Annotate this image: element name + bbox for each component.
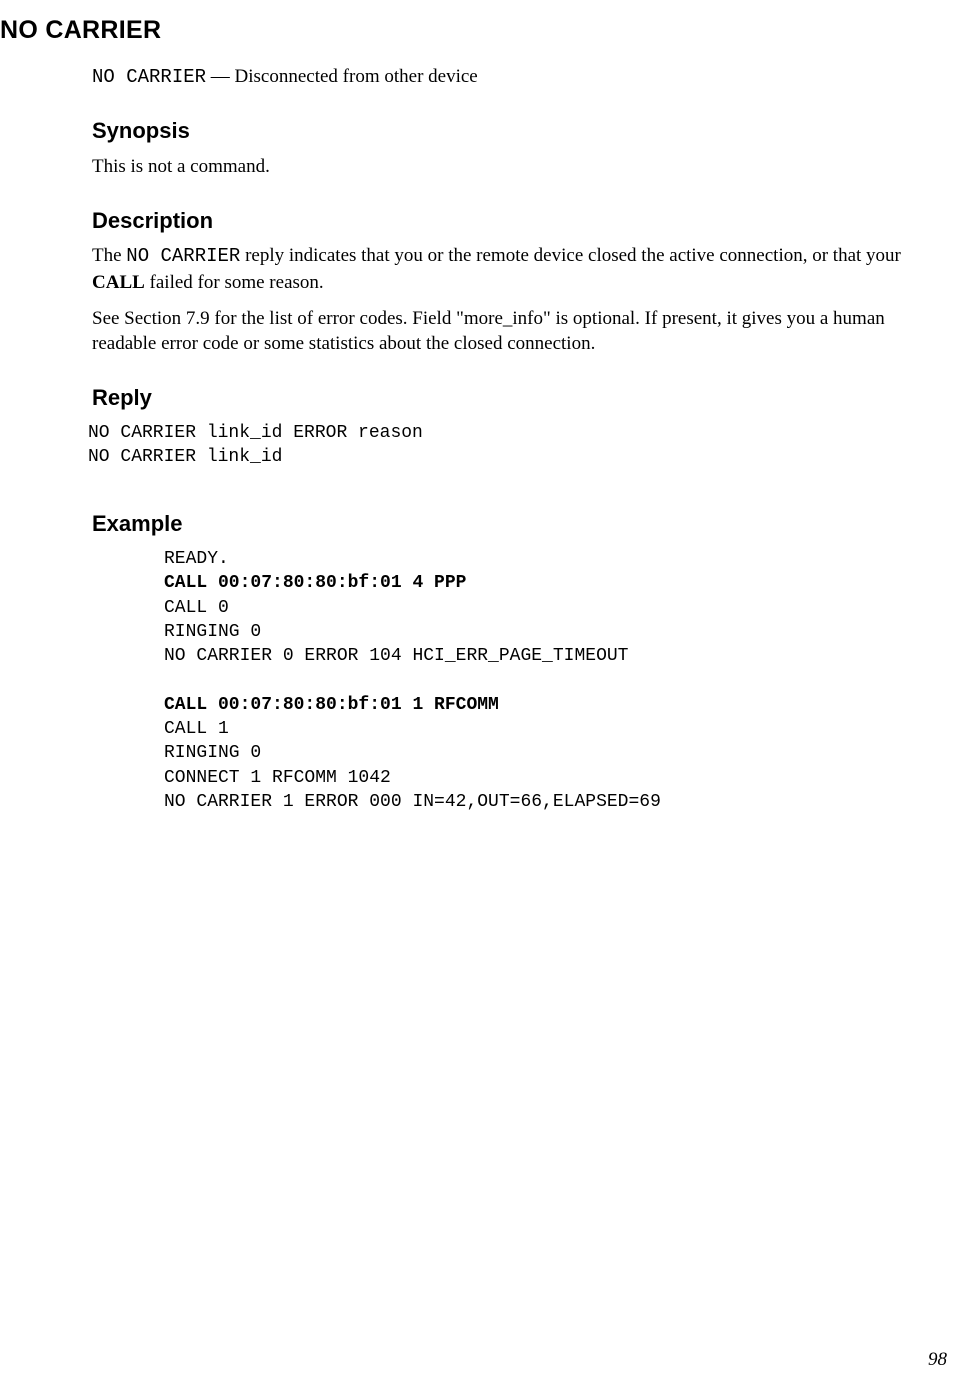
desc-mid: reply indicates that you or the remote d… (240, 245, 901, 266)
desc-cmd: NO CARRIER (126, 245, 240, 267)
reply-line1: NO CARRIER link_id ERROR reason (88, 423, 423, 443)
ex-line5: NO CARRIER 0 ERROR 104 HCI_ERR_PAGE_TIME… (164, 646, 628, 666)
purpose-line: NO CARRIER — Disconnected from other dev… (92, 64, 947, 91)
description-para1: The NO CARRIER reply indicates that you … (92, 243, 947, 295)
desc-prefix: The (92, 245, 126, 266)
description-heading: Description (92, 206, 947, 236)
desc-suffix: failed for some reason. (145, 272, 324, 293)
page-title: NO CARRIER (0, 14, 947, 48)
ex-line1: READY. (164, 549, 229, 569)
desc-bold: CALL (92, 272, 145, 293)
reply-block: NO CARRIER link_id ERROR reason NO CARRI… (88, 421, 947, 470)
synopsis-heading: Synopsis (92, 116, 947, 146)
ex-line8: RINGING 0 (164, 743, 261, 763)
description-para2: See Section 7.9 for the list of error co… (92, 306, 947, 357)
page-container: NO CARRIER NO CARRIER — Disconnected fro… (0, 0, 969, 814)
reply-heading: Reply (92, 383, 947, 413)
example-heading: Example (92, 509, 947, 539)
ex-line9: CONNECT 1 RFCOMM 1042 (164, 768, 391, 788)
page-number: 98 (928, 1347, 947, 1373)
ex-line7: CALL 1 (164, 719, 229, 739)
example-block: READY. CALL 00:07:80:80:bf:01 4 PPP CALL… (164, 547, 947, 814)
separator: — (206, 66, 235, 87)
synopsis-text: This is not a command. (92, 154, 947, 180)
purpose-desc: Disconnected from other device (235, 66, 478, 87)
reply-line2: NO CARRIER link_id (88, 447, 282, 467)
content-area: NO CARRIER — Disconnected from other dev… (0, 64, 947, 814)
ex-line10: NO CARRIER 1 ERROR 000 IN=42,OUT=66,ELAP… (164, 792, 661, 812)
ex-line4: RINGING 0 (164, 622, 261, 642)
ex-line3: CALL 0 (164, 598, 229, 618)
command-name: NO CARRIER (92, 66, 206, 88)
ex-line6: CALL 00:07:80:80:bf:01 1 RFCOMM (164, 695, 499, 715)
ex-line2: CALL 00:07:80:80:bf:01 4 PPP (164, 573, 466, 593)
